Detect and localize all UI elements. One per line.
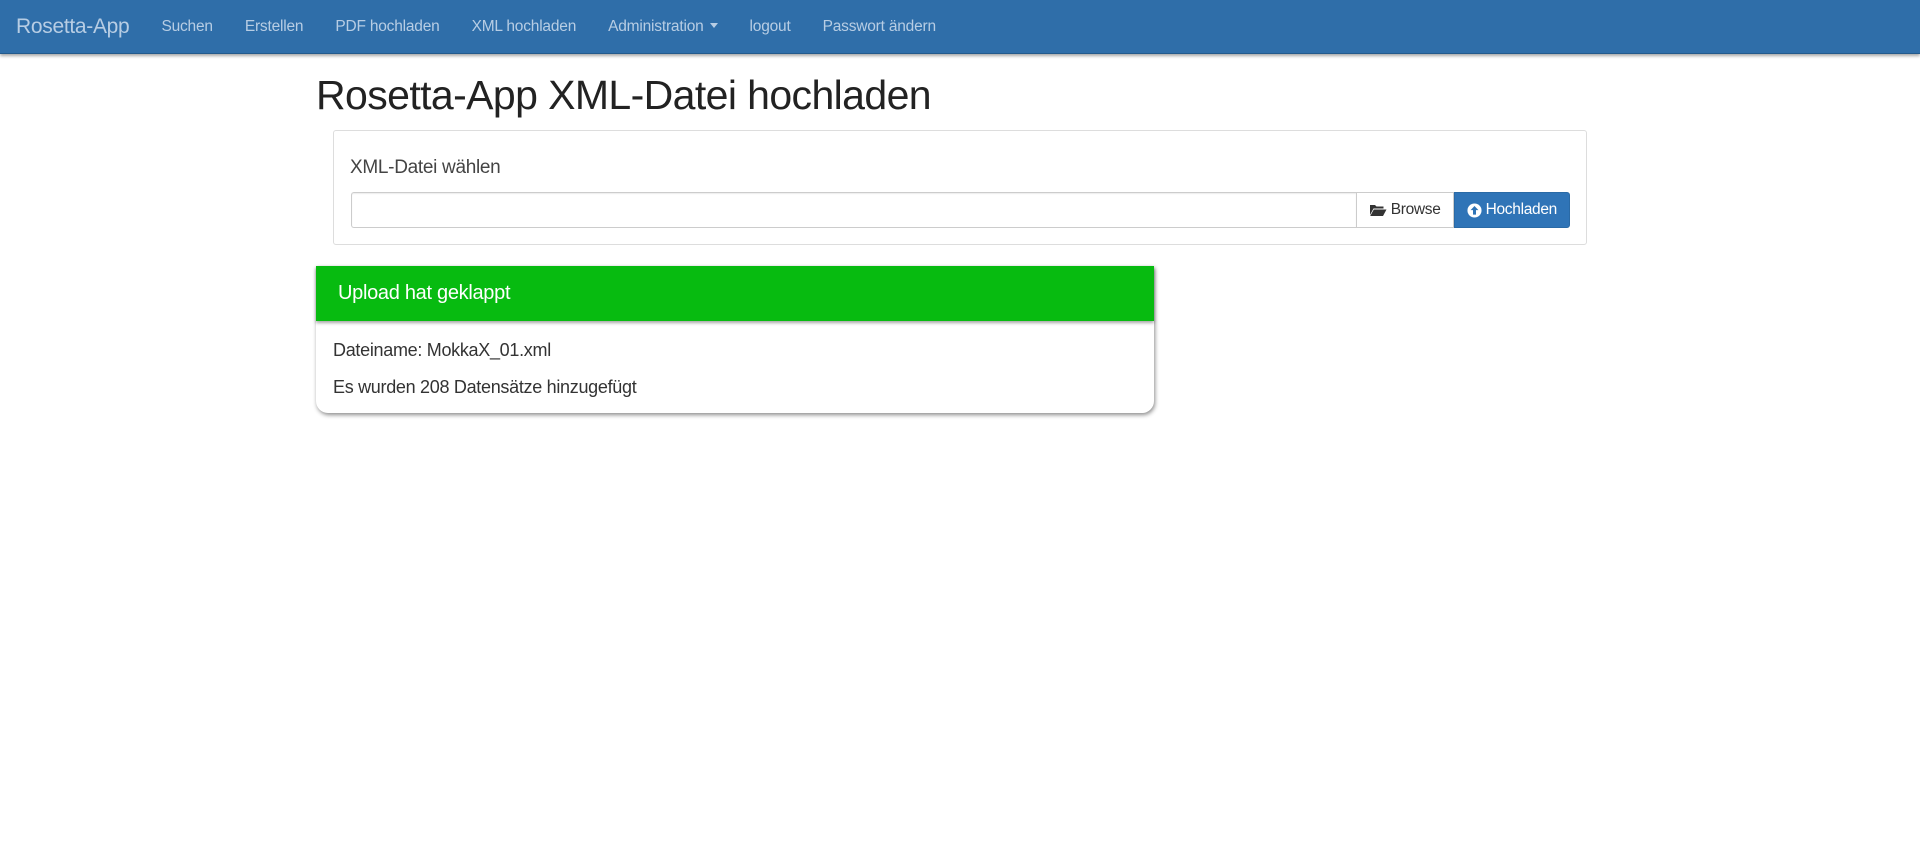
browse-button-label: Browse [1390,201,1441,218]
brand-link[interactable]: Rosetta-App [16,15,130,39]
nav-item-pdf-hochladen[interactable]: PDF hochladen [319,0,455,54]
folder-open-icon [1369,203,1387,217]
upload-success-panel: Upload hat geklappt Dateiname: MokkaX_01… [316,266,1154,413]
file-field-label: XML-Datei wählen [350,157,501,178]
file-input-group: Browse Hochladen [351,192,1570,228]
file-path-input[interactable] [351,192,1356,228]
nav-item-xml-hochladen[interactable]: XML hochladen [456,0,593,54]
filename-text: Dateiname: MokkaX_01.xml [333,340,551,360]
nav-item-passwort-aendern[interactable]: Passwort ändern [807,0,952,54]
nav-item-administration-dropdown[interactable]: Administration [592,0,733,54]
circle-arrow-up-icon [1467,202,1482,218]
upload-form-panel: XML-Datei wählen Browse Hochladen [333,130,1587,245]
success-heading: Upload hat geklappt [316,266,1154,321]
nav-item-administration-label: Administration [608,17,704,35]
upload-button-label: Hochladen [1485,201,1558,218]
upload-button[interactable]: Hochladen [1453,192,1570,228]
nav-item-erstellen[interactable]: Erstellen [229,0,320,54]
browse-button[interactable]: Browse [1355,192,1454,228]
top-navbar: Rosetta-App Suchen Erstellen PDF hochlad… [0,0,1920,54]
nav-item-suchen[interactable]: Suchen [145,0,228,54]
nav-item-logout[interactable]: logout [734,0,807,54]
page-title: Rosetta-App XML-Datei hochladen [316,72,932,118]
records-added-text: Es wurden 208 Datensätze hinzugefügt [333,377,637,397]
caret-down-icon [709,22,718,28]
